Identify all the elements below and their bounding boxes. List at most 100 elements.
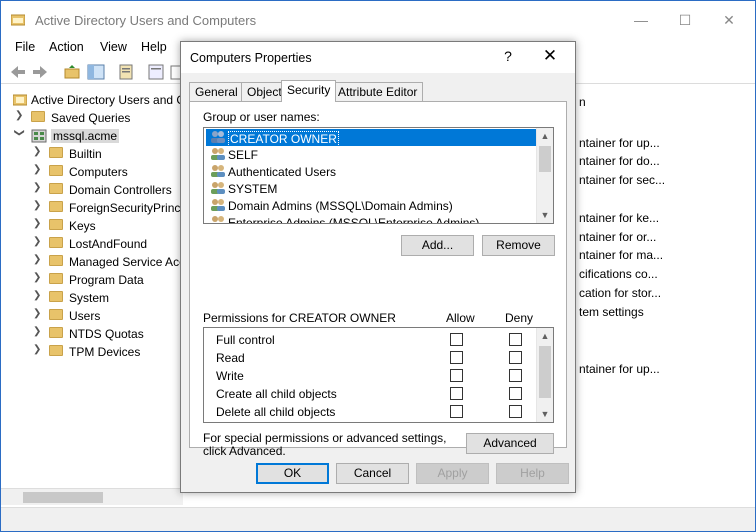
- list-item[interactable]: Authenticated Users: [206, 163, 536, 180]
- add-button[interactable]: Add...: [401, 235, 474, 256]
- list-item[interactable]: ntainer for ma...: [579, 248, 663, 262]
- tree-item-builtin[interactable]: ❯ Builtin: [1, 145, 183, 163]
- tree-item-ntds-quotas[interactable]: ❯ NTDS Quotas: [1, 325, 183, 343]
- deny-checkbox[interactable]: [509, 387, 522, 400]
- help-icon[interactable]: ?: [499, 48, 517, 64]
- cancel-button[interactable]: Cancel: [336, 463, 409, 484]
- minimize-button[interactable]: —: [627, 9, 655, 31]
- chevron-right-icon[interactable]: ❯: [33, 200, 43, 211]
- permission-name: Delete all child objects: [216, 405, 336, 419]
- tree-item-label: Users: [69, 309, 101, 323]
- permission-row: Full control: [206, 331, 536, 349]
- properties-icon[interactable]: [147, 63, 165, 81]
- tab-security[interactable]: Security: [281, 80, 337, 102]
- tree-root[interactable]: Active Directory Users and C: [1, 91, 185, 109]
- tree-item-domain[interactable]: ❯ mssql.acme: [1, 127, 183, 145]
- tree-item-foreign-security[interactable]: ❯ ForeignSecurityPrinci: [1, 199, 183, 217]
- deny-checkbox[interactable]: [509, 333, 522, 346]
- tree-item-managed-service[interactable]: ❯ Managed Service Acc: [1, 253, 185, 271]
- list-item[interactable]: ntainer for ke...: [579, 211, 659, 225]
- tree-item-computers[interactable]: ❯ Computers: [1, 163, 183, 181]
- allow-checkbox[interactable]: [450, 387, 463, 400]
- column-header[interactable]: n: [579, 95, 586, 109]
- console-tree: Active Directory Users and C ❯ Saved Que…: [1, 87, 185, 487]
- chevron-right-icon[interactable]: ❯: [33, 308, 43, 319]
- tree-item-keys[interactable]: ❯ Keys: [1, 217, 183, 235]
- maximize-button[interactable]: ☐: [671, 9, 699, 31]
- clipboard-icon[interactable]: [117, 63, 135, 81]
- deny-checkbox[interactable]: [509, 369, 522, 382]
- list-item[interactable]: tem settings: [579, 305, 644, 319]
- tree-item-tpm-devices[interactable]: ❯ TPM Devices: [1, 343, 183, 361]
- tree-item-program-data[interactable]: ❯ Program Data: [1, 271, 183, 289]
- horizontal-scrollbar[interactable]: [1, 488, 183, 505]
- permissions-list[interactable]: Full control Read Write Create all child…: [203, 327, 554, 423]
- principals-list[interactable]: CREATOR OWNER SELF Authenticated Users S…: [203, 127, 554, 224]
- permissions-scrollbar[interactable]: ▲ ▼: [536, 328, 553, 422]
- list-item[interactable]: Enterprise Admins (MSSQL\Enterprise Admi…: [206, 214, 536, 223]
- chevron-right-icon[interactable]: ❯: [33, 236, 43, 247]
- principals-scrollbar[interactable]: ▲ ▼: [536, 128, 553, 223]
- ok-button[interactable]: OK: [256, 463, 329, 484]
- list-item[interactable]: Domain Admins (MSSQL\Domain Admins): [206, 197, 536, 214]
- allow-checkbox[interactable]: [450, 405, 463, 418]
- tree-item-label: Computers: [69, 165, 128, 179]
- chevron-right-icon[interactable]: ❯: [33, 272, 43, 283]
- chevron-right-icon[interactable]: ❯: [33, 290, 43, 301]
- chevron-right-icon[interactable]: ❯: [33, 164, 43, 175]
- console-tree-icon[interactable]: [87, 63, 105, 81]
- chevron-right-icon[interactable]: ❯: [33, 254, 43, 265]
- list-item[interactable]: SYSTEM: [206, 180, 536, 197]
- list-item[interactable]: ntainer for do...: [579, 154, 660, 168]
- help-button[interactable]: Help: [496, 463, 569, 484]
- list-item[interactable]: cifications co...: [579, 267, 658, 281]
- tree-item-domain-controllers[interactable]: ❯ Domain Controllers: [1, 181, 183, 199]
- list-item[interactable]: ntainer for up...: [579, 136, 660, 150]
- tab-general[interactable]: General: [189, 82, 244, 101]
- remove-button[interactable]: Remove: [482, 235, 555, 256]
- tree-item-users[interactable]: ❯ Users: [1, 307, 183, 325]
- menu-file[interactable]: File: [15, 40, 35, 54]
- chevron-right-icon[interactable]: ❯: [15, 110, 25, 121]
- up-folder-icon[interactable]: [63, 63, 81, 81]
- scroll-up-icon[interactable]: ▲: [537, 328, 553, 344]
- tab-attribute-editor[interactable]: Attribute Editor: [332, 82, 424, 101]
- list-item[interactable]: SELF: [206, 146, 536, 163]
- deny-checkbox[interactable]: [509, 405, 522, 418]
- menu-view[interactable]: View: [100, 40, 127, 54]
- chevron-down-icon[interactable]: ❯: [14, 129, 25, 139]
- close-button[interactable]: ✕: [715, 9, 743, 31]
- allow-checkbox[interactable]: [450, 333, 463, 346]
- list-item[interactable]: cation for stor...: [579, 286, 661, 300]
- scrollbar-thumb[interactable]: [23, 492, 103, 503]
- allow-checkbox[interactable]: [450, 351, 463, 364]
- chevron-right-icon[interactable]: ❯: [33, 344, 43, 355]
- menu-help[interactable]: Help: [141, 40, 167, 54]
- list-item[interactable]: ntainer for up...: [579, 362, 660, 376]
- scroll-up-icon[interactable]: ▲: [537, 128, 553, 144]
- scrollbar-thumb[interactable]: [539, 346, 551, 398]
- scroll-down-icon[interactable]: ▼: [537, 207, 553, 223]
- close-icon[interactable]: ✕: [537, 46, 563, 66]
- folder-icon: [49, 183, 63, 194]
- advanced-button[interactable]: Advanced: [466, 433, 554, 454]
- chevron-right-icon[interactable]: ❯: [33, 182, 43, 193]
- scrollbar-thumb[interactable]: [539, 146, 551, 172]
- allow-checkbox[interactable]: [450, 369, 463, 382]
- scroll-down-icon[interactable]: ▼: [537, 406, 553, 422]
- list-item[interactable]: ntainer for or...: [579, 230, 656, 244]
- menu-action[interactable]: Action: [49, 40, 84, 54]
- deny-checkbox[interactable]: [509, 351, 522, 364]
- tree-item-lost-and-found[interactable]: ❯ LostAndFound: [1, 235, 183, 253]
- tree-item-saved-queries[interactable]: ❯ Saved Queries: [1, 109, 183, 127]
- back-arrow-icon[interactable]: [9, 63, 27, 81]
- group-label: Group or user names:: [203, 110, 320, 124]
- chevron-right-icon[interactable]: ❯: [33, 146, 43, 157]
- tree-item-system[interactable]: ❯ System: [1, 289, 183, 307]
- list-item[interactable]: CREATOR OWNER: [206, 129, 536, 147]
- chevron-right-icon[interactable]: ❯: [33, 218, 43, 229]
- apply-button[interactable]: Apply: [416, 463, 489, 484]
- chevron-right-icon[interactable]: ❯: [33, 326, 43, 337]
- forward-arrow-icon[interactable]: [31, 63, 49, 81]
- list-item[interactable]: ntainer for sec...: [579, 173, 665, 187]
